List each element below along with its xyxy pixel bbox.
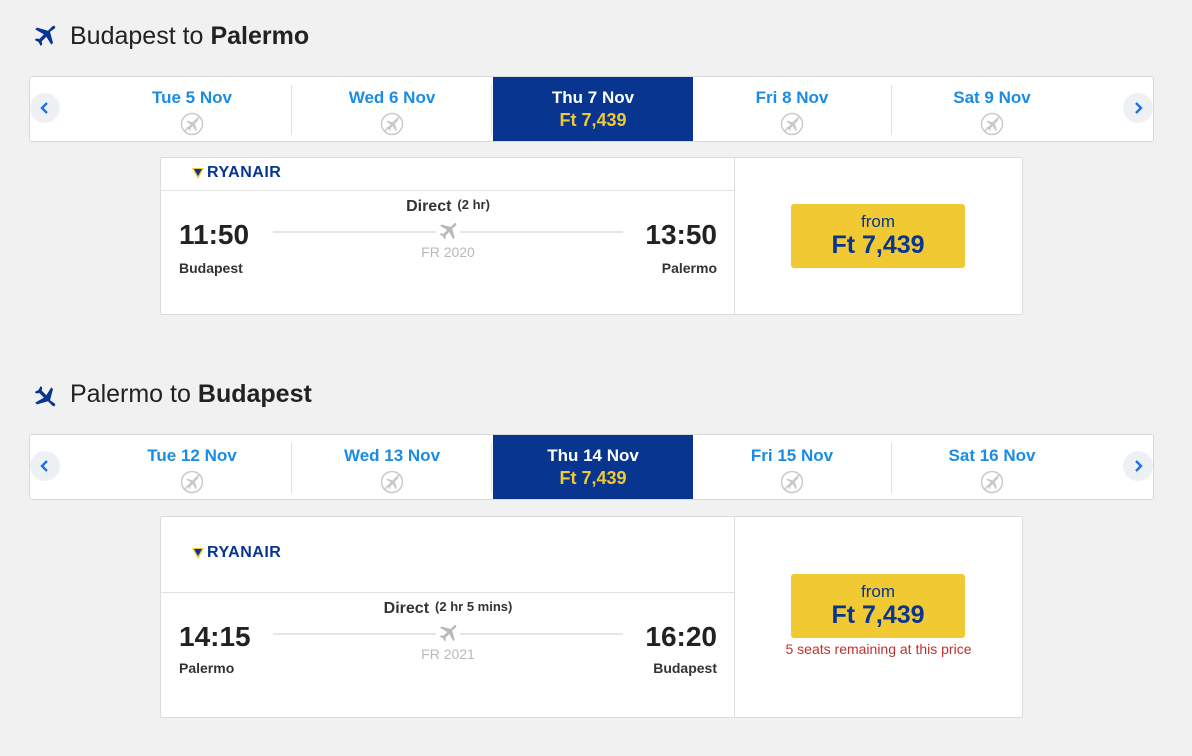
- no-flight-icon: [980, 112, 1004, 136]
- date-label: Tue 12 Nov: [147, 446, 237, 465]
- airplane-icon: [436, 622, 460, 646]
- outbound-date-fri-8-nov[interactable]: Fri 8 Nov: [692, 77, 892, 141]
- flight-duration: (2 hr): [457, 197, 490, 212]
- outbound-next-dates-button[interactable]: [1123, 93, 1153, 123]
- chevron-left-icon: [40, 460, 48, 472]
- no-flight-icon: [780, 112, 804, 136]
- inbound-title-from: Palermo to: [70, 380, 191, 408]
- outbound-section-title: Budapest to Palermo: [32, 22, 309, 51]
- divider: [161, 190, 734, 191]
- no-flight-icon: [180, 470, 204, 494]
- price-prefix: from: [861, 582, 895, 601]
- departure-time: 14:15: [179, 621, 251, 652]
- inbound-prev-dates-button[interactable]: [30, 451, 60, 481]
- airplane-icon: [34, 385, 56, 406]
- airline-name: RYANAIR: [207, 544, 282, 561]
- outbound-date-selector: Tue 5 Nov Wed 6 Nov Thu 7 Nov Ft 7,439 F…: [29, 76, 1154, 142]
- price-panel: from Ft 7,439: [735, 158, 1022, 314]
- route-line: [273, 620, 623, 648]
- outbound-date-tue-5-nov[interactable]: Tue 5 Nov: [92, 77, 292, 141]
- arrival-city: Palermo: [661, 260, 717, 276]
- outbound-date-sat-9-nov[interactable]: Sat 9 Nov: [892, 77, 1092, 141]
- outbound-date-wed-6-nov[interactable]: Wed 6 Nov: [292, 77, 492, 141]
- airplane-icon: [436, 220, 460, 244]
- outbound-title-from: Budapest to: [70, 22, 204, 50]
- route-line: [273, 218, 623, 246]
- route-info: Direct (2 hr 5 mins) FR 2021: [273, 599, 623, 662]
- inbound-title-destination: Budapest: [197, 380, 312, 408]
- select-price-button[interactable]: from Ft 7,439: [791, 574, 965, 638]
- no-flight-icon: [380, 112, 404, 136]
- inbound-date-fri-15-nov[interactable]: Fri 15 Nov: [692, 435, 892, 499]
- date-label: Tue 5 Nov: [152, 88, 232, 107]
- price-panel: from Ft 7,439 5 seats remaining at this …: [735, 517, 1022, 717]
- flight-details: RYANAIR 14:15 Palermo Direct (2 hr 5 mins…: [161, 517, 735, 717]
- outbound-prev-dates-button[interactable]: [30, 93, 60, 123]
- inbound-date-selector: Tue 12 Nov Wed 13 Nov Thu 14 Nov Ft 7,43…: [29, 434, 1154, 500]
- no-flight-icon: [380, 470, 404, 494]
- date-label: Sat 16 Nov: [948, 446, 1036, 465]
- inbound-date-thu-14-nov-selected[interactable]: Thu 14 Nov Ft 7,439: [493, 435, 693, 499]
- flight-number: FR 2021: [421, 646, 475, 662]
- date-price: Ft 7,439: [559, 468, 627, 488]
- airline-logo: RYANAIR: [191, 544, 281, 562]
- chevron-right-icon: [1135, 102, 1143, 114]
- price-amount: Ft 7,439: [831, 231, 925, 259]
- inbound-date-tue-12-nov[interactable]: Tue 12 Nov: [92, 435, 292, 499]
- chevron-left-icon: [40, 102, 48, 114]
- outbound-title-destination: Palermo: [210, 22, 310, 50]
- outbound-flight-card[interactable]: RYANAIR 11:50 Budapest Direct (2 hr) FR 2…: [160, 157, 1023, 315]
- date-label: Fri 15 Nov: [750, 446, 834, 465]
- price-prefix: from: [861, 212, 895, 231]
- no-flight-icon: [980, 470, 1004, 494]
- arrival-time: 16:20: [645, 621, 717, 652]
- date-label: Wed 13 Nov: [343, 446, 441, 465]
- no-flight-icon: [180, 112, 204, 136]
- arrival-city: Budapest: [653, 660, 717, 676]
- no-flight-icon: [780, 470, 804, 494]
- select-price-button[interactable]: from Ft 7,439: [791, 204, 965, 268]
- flight-type-label: Direct: [383, 600, 430, 617]
- flight-type: Direct (2 hr 5 mins): [273, 599, 623, 618]
- airplane-icon: [34, 25, 56, 46]
- date-label: Thu 7 Nov: [551, 88, 635, 107]
- inbound-section-title: Palermo to Budapest: [32, 380, 312, 409]
- departure-city: Budapest: [179, 260, 243, 276]
- flight-type-label: Direct: [406, 198, 452, 215]
- date-label: Wed 6 Nov: [348, 88, 436, 107]
- seats-remaining-note: 5 seats remaining at this price: [785, 641, 972, 657]
- inbound-next-dates-button[interactable]: [1123, 451, 1153, 481]
- harp-icon: [192, 168, 204, 179]
- arrival-time: 13:50: [645, 219, 717, 250]
- flight-details: RYANAIR 11:50 Budapest Direct (2 hr) FR 2…: [161, 158, 735, 314]
- divider: [161, 592, 734, 593]
- outbound-date-thu-7-nov-selected[interactable]: Thu 7 Nov Ft 7,439: [493, 77, 693, 141]
- departure-city: Palermo: [179, 660, 235, 676]
- date-label: Thu 14 Nov: [547, 446, 639, 465]
- airline-name: RYANAIR: [207, 164, 282, 181]
- flight-duration: (2 hr 5 mins): [435, 599, 513, 614]
- date-price: Ft 7,439: [559, 110, 627, 130]
- flight-type: Direct (2 hr): [273, 197, 623, 216]
- harp-icon: [192, 548, 204, 559]
- airline-logo: RYANAIR: [191, 164, 281, 182]
- inbound-flight-card[interactable]: RYANAIR 14:15 Palermo Direct (2 hr 5 mins…: [160, 516, 1023, 718]
- flight-number: FR 2020: [421, 244, 475, 260]
- price-amount: Ft 7,439: [831, 601, 925, 629]
- route-info: Direct (2 hr) FR 2020: [273, 197, 623, 260]
- inbound-date-wed-13-nov[interactable]: Wed 13 Nov: [292, 435, 492, 499]
- inbound-date-sat-16-nov[interactable]: Sat 16 Nov: [892, 435, 1092, 499]
- date-label: Sat 9 Nov: [953, 88, 1031, 107]
- chevron-right-icon: [1135, 460, 1143, 472]
- date-label: Fri 8 Nov: [755, 88, 829, 107]
- departure-time: 11:50: [179, 219, 250, 250]
